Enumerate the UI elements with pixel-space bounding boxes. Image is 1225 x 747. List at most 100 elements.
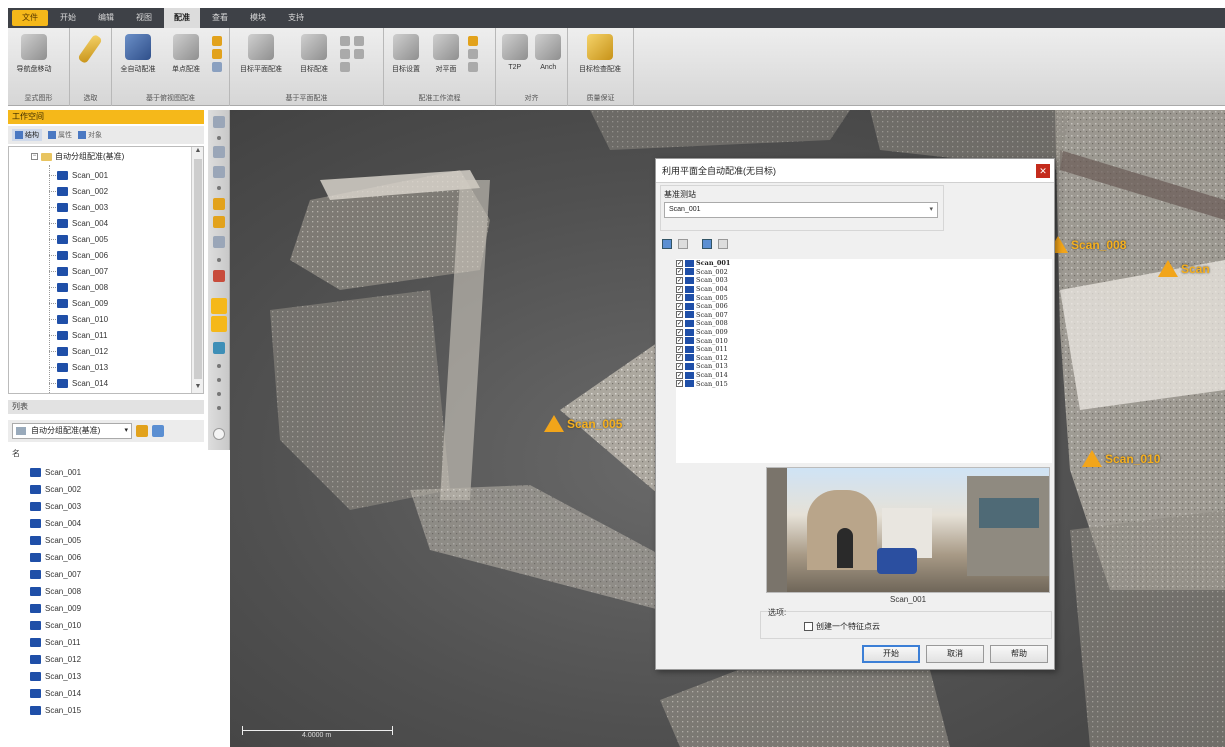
list-item[interactable]: Scan_012	[30, 651, 81, 668]
scan-check-row[interactable]: ✓ Scan_011	[676, 345, 1052, 354]
menu-tab-start[interactable]: 开始	[50, 10, 86, 26]
tree-item[interactable]: Scan_001	[48, 167, 108, 183]
menu-tab-edit[interactable]: 编辑	[88, 10, 124, 26]
view-tool-icon[interactable]	[213, 236, 225, 248]
scan-marker[interactable]: Scan_010	[1082, 450, 1160, 467]
folder-tool-icon[interactable]	[136, 425, 148, 437]
tab-properties[interactable]: 属性	[48, 130, 72, 140]
color-tool-icon[interactable]	[213, 270, 225, 282]
scan-check-row[interactable]: ✓ Scan_004	[676, 285, 1052, 294]
small-tool-icon[interactable]	[212, 49, 222, 59]
scan-check-row[interactable]: ✓ Scan_003	[676, 276, 1052, 285]
small-tool-icon[interactable]	[340, 36, 350, 46]
list-item[interactable]: Scan_001	[30, 464, 81, 481]
target-register-button[interactable]: 目标配准	[292, 34, 336, 74]
cancel-button[interactable]: 取消	[926, 645, 984, 663]
measure-icon[interactable]	[213, 198, 225, 210]
tree-item[interactable]: Scan_012	[48, 343, 108, 359]
scan-check-row[interactable]: ✓ Scan_015	[676, 379, 1052, 388]
checkbox[interactable]: ✓	[676, 380, 683, 388]
checkbox[interactable]: ✓	[676, 354, 683, 362]
target-icon[interactable]	[211, 316, 227, 332]
layer-icon[interactable]	[213, 342, 225, 354]
checkbox[interactable]: ✓	[676, 259, 683, 267]
small-tool-icon[interactable]	[354, 49, 364, 59]
tree-item[interactable]: Scan_013	[48, 359, 108, 375]
navigation-button[interactable]: 导航盘移动	[12, 34, 56, 74]
small-tool-icon[interactable]	[468, 36, 478, 46]
tree-item[interactable]: Scan_008	[48, 279, 108, 295]
quality-check-button[interactable]: 目标检查配准	[572, 34, 628, 74]
scan-marker[interactable]: Scan	[1158, 260, 1210, 277]
tree-item[interactable]: Scan_007	[48, 263, 108, 279]
checkbox[interactable]: ✓	[676, 268, 683, 276]
anchor-button[interactable]: Anch	[534, 34, 564, 71]
scan-check-row[interactable]: ✓ Scan_014	[676, 371, 1052, 380]
scan-checklist[interactable]: ✓ Scan_001 ✓ Scan_002 ✓ Scan_003 ✓ Scan_004 ✓ Sca…	[676, 259, 1052, 463]
tab-structure[interactable]: 结构	[12, 129, 42, 141]
scan-check-row[interactable]: ✓ Scan_010	[676, 336, 1052, 345]
list-item[interactable]: Scan_007	[30, 566, 81, 583]
tree-item[interactable]: Scan_010	[48, 311, 108, 327]
checkbox[interactable]: ✓	[676, 319, 683, 327]
scan-check-row[interactable]: ✓ Scan_005	[676, 293, 1052, 302]
scan-check-row[interactable]: ✓ Scan_013	[676, 362, 1052, 371]
single-register-button[interactable]: 单点配准	[164, 34, 208, 74]
scan-check-row[interactable]: ✓ Scan_002	[676, 268, 1052, 277]
small-tool-icon[interactable]	[340, 62, 350, 72]
list-body[interactable]: 名 Scan_001 Scan_002 Scan_003 Scan_004 Scan_0…	[8, 446, 204, 742]
scan-check-row[interactable]: ✓ Scan_006	[676, 302, 1052, 311]
list-item[interactable]: Scan_006	[30, 549, 81, 566]
checkbox[interactable]: ✓	[676, 302, 683, 310]
list-item[interactable]: Scan_011	[30, 634, 81, 651]
list-item[interactable]: Scan_015	[30, 702, 81, 719]
list-item[interactable]: Scan_005	[30, 532, 81, 549]
menu-tab-inspect[interactable]: 查看	[202, 10, 238, 26]
scan-check-row[interactable]: ✓ Scan_001	[676, 259, 1052, 268]
scroll-down-icon[interactable]: ▼	[192, 383, 203, 393]
tree-root[interactable]: − 自动分组配准(基准)	[31, 151, 124, 162]
small-tool-icon[interactable]	[354, 36, 364, 46]
small-tool-icon[interactable]	[468, 49, 478, 59]
collapse-all-icon[interactable]	[718, 239, 728, 249]
tree-item[interactable]: Scan_004	[48, 215, 108, 231]
scroll-up-icon[interactable]: ▲	[192, 147, 203, 157]
list-select[interactable]: 自动分组配准(基准) ▾	[12, 423, 132, 439]
expand-all-icon[interactable]	[702, 239, 712, 249]
checkbox[interactable]: ✓	[676, 328, 683, 336]
checkbox[interactable]: ✓	[676, 362, 683, 370]
view-tool-icon[interactable]	[213, 166, 225, 178]
scroll-thumb[interactable]	[194, 159, 202, 379]
plane-register-button[interactable]: 目标平面配准	[234, 34, 288, 74]
checkbox[interactable]: ✓	[676, 345, 683, 353]
scan-check-row[interactable]: ✓ Scan_008	[676, 319, 1052, 328]
checkbox[interactable]: ✓	[676, 294, 683, 302]
close-icon[interactable]: ✕	[1036, 164, 1050, 178]
tree-item[interactable]: Scan_006	[48, 247, 108, 263]
checkbox[interactable]: ✓	[676, 311, 683, 319]
view-tool-icon[interactable]	[152, 425, 164, 437]
list-item[interactable]: Scan_009	[30, 600, 81, 617]
tree-item[interactable]: Scan_003	[48, 199, 108, 215]
checkbox[interactable]: ✓	[676, 285, 683, 293]
scan-check-row[interactable]: ✓ Scan_007	[676, 311, 1052, 320]
scan-marker[interactable]: Scan_005	[544, 415, 622, 432]
scan-check-row[interactable]: ✓ Scan_009	[676, 328, 1052, 337]
checkbox[interactable]	[804, 622, 813, 631]
tree-item[interactable]: Scan_011	[48, 327, 108, 343]
select-none-icon[interactable]	[678, 239, 688, 249]
create-feature-cloud-checkbox[interactable]: 创建一个特征点云	[804, 621, 880, 632]
select-all-icon[interactable]	[662, 239, 672, 249]
menu-tab-register[interactable]: 配准	[164, 8, 200, 28]
list-item[interactable]: Scan_004	[30, 515, 81, 532]
small-tool-icon[interactable]	[468, 62, 478, 72]
tree-item[interactable]: Scan_002	[48, 183, 108, 199]
scan-position-icon[interactable]	[211, 298, 227, 314]
list-item[interactable]: Scan_003	[30, 498, 81, 515]
list-item[interactable]: Scan_013	[30, 668, 81, 685]
small-tool-icon[interactable]	[340, 49, 350, 59]
reference-select[interactable]: Scan_001 ▾	[664, 202, 938, 218]
menu-tab-view[interactable]: 视图	[126, 10, 162, 26]
menu-tab-support[interactable]: 支持	[278, 10, 314, 26]
tree-item[interactable]: Scan_005	[48, 231, 108, 247]
